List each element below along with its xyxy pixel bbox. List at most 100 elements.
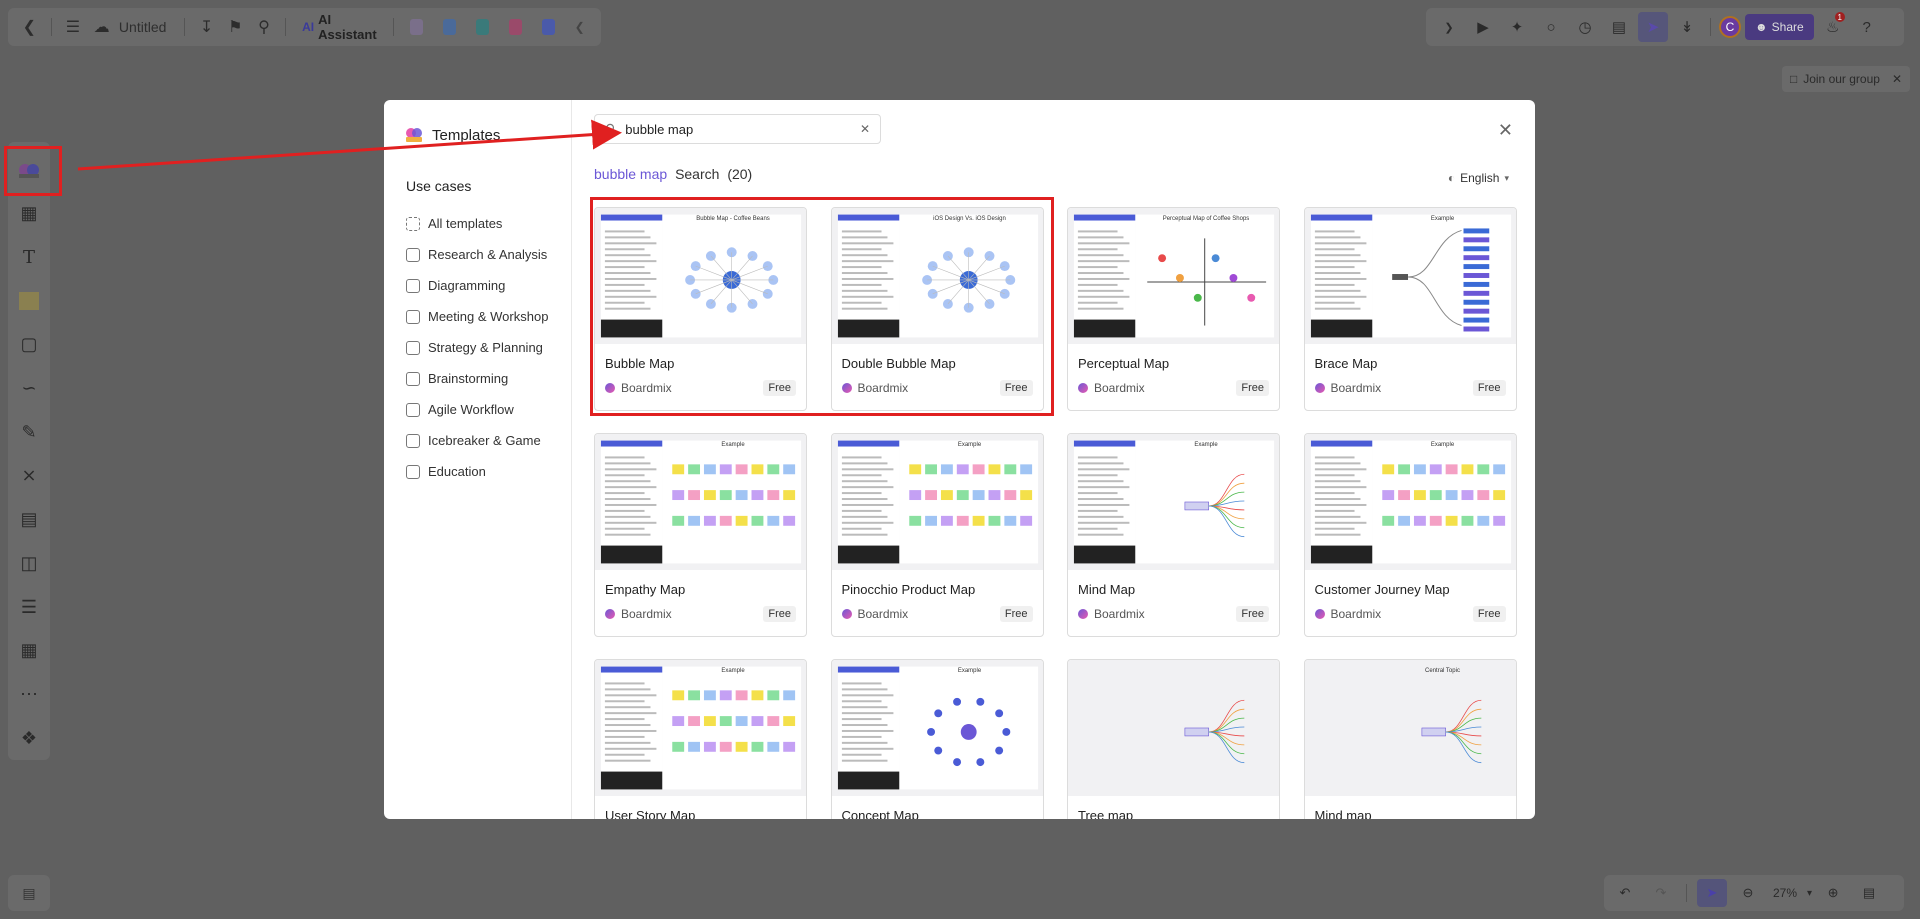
- category-item[interactable]: Agile Workflow: [404, 394, 571, 425]
- text-icon[interactable]: T: [13, 241, 45, 273]
- template-card[interactable]: Example Pinocchio Product Map Boardmix Free: [830, 433, 1044, 637]
- template-card[interactable]: Central Topic Mind mapBoardmixFree: [1303, 659, 1517, 819]
- user-plus-icon: ☻: [1755, 20, 1768, 34]
- template-card[interactable]: Example Concept MapBoardmixFree: [830, 659, 1044, 819]
- search-icon[interactable]: ⚲: [253, 13, 276, 41]
- thumbnail-caption: Example: [1430, 216, 1455, 222]
- price-badge: Free: [1236, 380, 1269, 396]
- play-icon[interactable]: ▶: [1468, 12, 1498, 42]
- divider: [392, 18, 394, 36]
- ai-logo-icon: AI: [302, 20, 315, 34]
- meeting-icon: [406, 309, 420, 324]
- thumbnail-caption: Example: [957, 668, 982, 674]
- zoom-in-icon[interactable]: ⊕: [1818, 879, 1848, 907]
- minimap-toggle[interactable]: ▤: [8, 875, 50, 911]
- template-author: Boardmix: [1094, 607, 1145, 621]
- shape-icon[interactable]: ▢: [13, 329, 45, 361]
- text-box-icon[interactable]: ◫: [13, 547, 45, 579]
- help-icon[interactable]: ?: [1852, 12, 1882, 42]
- presentation-app-icon[interactable]: [443, 19, 457, 35]
- category-item[interactable]: Meeting & Workshop: [404, 301, 571, 332]
- template-meta: Boardmix Free: [1314, 380, 1506, 396]
- redo-icon[interactable]: ↷: [1646, 879, 1676, 907]
- celebrate-icon[interactable]: ✦: [1502, 12, 1532, 42]
- join-group-banner[interactable]: □ Join our group ✕: [1781, 66, 1910, 92]
- template-card-body: Tree mapBoardmixFree: [1068, 796, 1279, 819]
- modal-title: Templates: [404, 126, 571, 144]
- download-icon[interactable]: ↧: [195, 13, 218, 41]
- notification-badge: 1: [1834, 12, 1845, 22]
- category-label: Meeting & Workshop: [428, 309, 549, 324]
- cloud-icon: ☁: [93, 19, 110, 36]
- join-group-label: Join our group: [1803, 72, 1880, 86]
- sticky-note-icon[interactable]: [13, 285, 45, 317]
- connector-icon[interactable]: ⨯: [13, 460, 45, 492]
- template-card[interactable]: Example Brace Map Boardmix Free: [1303, 207, 1517, 411]
- calendar-icon[interactable]: ▦: [13, 635, 45, 667]
- thumbnail-caption: Example: [957, 442, 982, 448]
- divider: [50, 18, 52, 36]
- vote-icon[interactable]: ▤: [1604, 12, 1634, 42]
- book-icon[interactable]: ▤: [1854, 879, 1884, 907]
- template-meta: Boardmix Free: [1314, 606, 1506, 622]
- ai-assistant-button[interactable]: AI AI Assistant: [296, 12, 383, 42]
- frame-icon[interactable]: ▦: [13, 198, 45, 230]
- template-card[interactable]: Perceptual Map of Coffee Shops Perceptual…: [1067, 207, 1280, 411]
- comment-icon[interactable]: ○: [1536, 12, 1566, 42]
- apps-icon[interactable]: ❖: [13, 722, 45, 754]
- close-icon[interactable]: ✕: [1892, 72, 1902, 86]
- template-thumbnail: Central Topic: [1304, 660, 1516, 796]
- pen-icon[interactable]: ∽: [13, 373, 45, 405]
- template-card[interactable]: Example Customer Journey Map Boardmix Free: [1303, 433, 1517, 637]
- zoom-level[interactable]: 27%: [1769, 886, 1801, 900]
- template-card[interactable]: Example Mind Map Boardmix Free: [1067, 433, 1280, 637]
- template-title: Brace Map: [1314, 356, 1378, 371]
- template-card[interactable]: Example User Story MapBoardmixFree: [594, 659, 807, 819]
- category-item[interactable]: Education: [404, 456, 571, 487]
- table-icon[interactable]: ▤: [13, 504, 45, 536]
- back-icon[interactable]: ❮: [18, 13, 41, 41]
- more-icon[interactable]: ↡: [1672, 12, 1702, 42]
- collapse-icon[interactable]: ❮: [568, 13, 591, 41]
- clear-search-icon[interactable]: ✕: [860, 122, 870, 136]
- menu-icon[interactable]: ☰: [62, 13, 85, 41]
- category-label: Research & Analysis: [428, 247, 548, 262]
- brainstorm-icon: [406, 371, 420, 386]
- category-list: All templates Research & Analysis Diagramm…: [404, 208, 571, 487]
- notification-bell-icon[interactable]: ♨ 1: [1818, 12, 1848, 42]
- undo-icon[interactable]: ↶: [1610, 879, 1640, 907]
- category-item[interactable]: Brainstorming: [404, 363, 571, 394]
- tag-icon[interactable]: ⚑: [224, 13, 247, 41]
- image-app-icon[interactable]: [410, 19, 424, 35]
- template-card-body: Customer Journey Map Boardmix Free: [1305, 570, 1516, 622]
- close-modal-icon[interactable]: ✕: [1498, 120, 1513, 141]
- expand-icon[interactable]: ❯: [1434, 12, 1464, 42]
- list-icon[interactable]: ☰: [13, 591, 45, 623]
- group-icon: □: [1789, 72, 1798, 86]
- modal-title-text: Templates: [432, 126, 501, 144]
- template-card[interactable]: Tree mapBoardmixFree: [1067, 659, 1280, 819]
- board-title[interactable]: Untitled: [119, 19, 166, 35]
- cursor-follow-icon[interactable]: ➤: [1638, 12, 1668, 42]
- highlighter-icon[interactable]: ✎: [13, 416, 45, 448]
- mindmap-app-icon[interactable]: [476, 19, 490, 35]
- category-item[interactable]: Research & Analysis: [404, 239, 571, 270]
- template-card[interactable]: Example Empathy Map Boardmix Free: [594, 433, 807, 637]
- flowchart-app-icon[interactable]: [509, 19, 523, 35]
- timer-icon[interactable]: ◷: [1570, 12, 1600, 42]
- category-item[interactable]: Diagramming: [404, 270, 571, 301]
- category-item[interactable]: All templates: [404, 208, 571, 239]
- more-tools-icon[interactable]: ⋯: [13, 679, 45, 711]
- template-title: Tree map: [1078, 808, 1134, 819]
- category-item[interactable]: Icebreaker & Game: [404, 425, 571, 456]
- share-button[interactable]: ☻ Share: [1745, 14, 1814, 40]
- chevron-down-icon[interactable]: ▾: [1807, 888, 1812, 899]
- search-input[interactable]: ⚲ bubble map ✕: [594, 114, 881, 144]
- select-tool-icon[interactable]: ➤: [1697, 879, 1727, 907]
- template-thumbnail: Example: [595, 434, 806, 570]
- category-item[interactable]: Strategy & Planning: [404, 332, 571, 363]
- avatar[interactable]: C: [1719, 16, 1741, 38]
- zoom-out-icon[interactable]: ⊖: [1733, 879, 1763, 907]
- chat-app-icon[interactable]: [542, 19, 556, 35]
- language-select[interactable]: ◐ English ▾: [1448, 171, 1509, 185]
